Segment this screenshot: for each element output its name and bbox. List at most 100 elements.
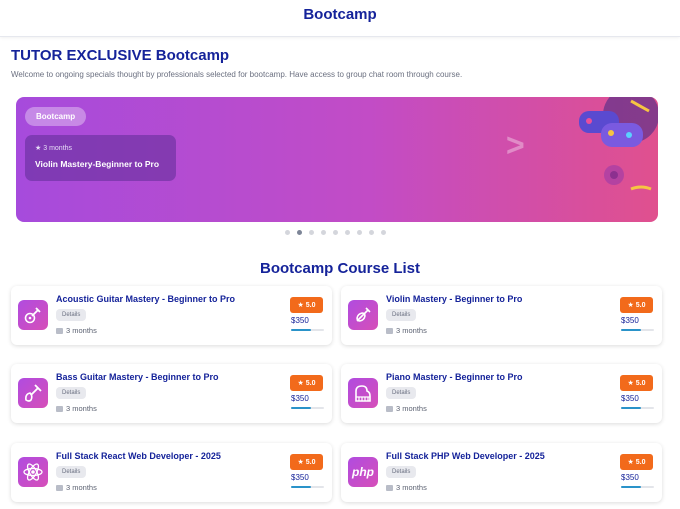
course-duration-text: 3 months	[396, 404, 427, 413]
star-icon: ★	[35, 145, 42, 152]
carousel-dot[interactable]	[285, 230, 290, 235]
rating-value: 5.0	[305, 379, 316, 387]
star-icon: ★	[297, 302, 304, 309]
course-title[interactable]: Bass Guitar Mastery - Beginner to Pro	[56, 372, 219, 382]
rating-badge: ★ 5.0	[620, 454, 653, 470]
course-progress-bar	[291, 486, 324, 488]
course-duration-text: 3 months	[396, 326, 427, 335]
carousel-dot[interactable]	[381, 230, 386, 235]
featured-course-duration: ★ 3 months	[35, 144, 72, 152]
video-icon	[386, 484, 393, 491]
course-duration-text: 3 months	[66, 326, 97, 335]
course-title[interactable]: Full Stack React Web Developer - 2025	[56, 451, 221, 461]
carousel-dot[interactable]	[369, 230, 374, 235]
course-card[interactable]: Bass Guitar Mastery - Beginner to Pro Det…	[11, 364, 332, 423]
course-progress-bar	[291, 407, 324, 409]
course-card[interactable]: Violin Mastery - Beginner to Pro Details 3…	[341, 286, 662, 345]
course-progress-fill	[291, 329, 311, 331]
exclusive-section-description: Welcome to ongoing specials thought by p…	[11, 70, 463, 79]
course-duration: 3 months	[386, 483, 427, 492]
star-icon: ★	[297, 380, 304, 387]
course-progress-fill	[621, 329, 641, 331]
bootcamp-tag: Bootcamp	[25, 107, 87, 126]
course-duration: 3 months	[386, 326, 427, 335]
course-title[interactable]: Piano Mastery - Beginner to Pro	[386, 372, 523, 382]
piano-icon	[348, 378, 378, 408]
star-icon: ★	[627, 380, 634, 387]
course-price: $350	[621, 473, 639, 482]
carousel-dot[interactable]	[321, 230, 326, 235]
course-price: $350	[291, 473, 309, 482]
course-duration: 3 months	[386, 404, 427, 413]
rating-value: 5.0	[635, 458, 646, 466]
course-card[interactable]: Piano Mastery - Beginner to Pro Details 3 …	[341, 364, 662, 423]
course-title[interactable]: Acoustic Guitar Mastery - Beginner to Pr…	[56, 294, 235, 304]
video-icon	[56, 484, 63, 491]
page-title: Bootcamp	[303, 6, 377, 23]
course-progress-fill	[621, 407, 641, 409]
course-card[interactable]: Acoustic Guitar Mastery - Beginner to Pr…	[11, 286, 332, 345]
course-progress-bar	[621, 329, 654, 331]
violin-icon	[348, 300, 378, 330]
course-icon-text: php	[352, 465, 374, 479]
star-icon: ★	[627, 459, 634, 466]
course-duration-text: 3 months	[396, 483, 427, 492]
course-price: $350	[291, 394, 309, 403]
rating-badge: ★ 5.0	[620, 297, 653, 313]
video-icon	[56, 327, 63, 334]
top-bar: Bootcamp	[0, 0, 680, 37]
featured-bootcamp-banner[interactable]: Bootcamp ★ 3 months Violin Mastery-Begin…	[16, 97, 658, 222]
featured-duration-text: 3 months	[43, 145, 73, 152]
details-button[interactable]: Details	[386, 387, 417, 399]
rating-badge: ★ 5.0	[290, 297, 323, 313]
carousel-dot[interactable]	[333, 230, 338, 235]
course-progress-bar	[291, 329, 324, 331]
carousel-dot[interactable]	[309, 230, 314, 235]
react-icon	[18, 457, 48, 487]
course-progress-bar	[621, 486, 654, 488]
course-duration: 3 months	[56, 326, 97, 335]
course-progress-fill	[291, 407, 311, 409]
video-icon	[386, 327, 393, 334]
carousel-dot[interactable]	[345, 230, 350, 235]
chevron-right-icon: >	[506, 127, 525, 163]
featured-course-title: Violin Mastery-Beginner to Pro	[35, 159, 160, 169]
details-button[interactable]: Details	[56, 309, 87, 321]
carousel-dot[interactable]	[297, 230, 302, 235]
carousel-dot[interactable]	[357, 230, 362, 235]
bass-guitar-icon	[18, 378, 48, 408]
rating-value: 5.0	[305, 301, 316, 309]
course-progress-fill	[621, 486, 641, 488]
course-price: $350	[291, 316, 309, 325]
rating-value: 5.0	[635, 301, 646, 309]
course-duration-text: 3 months	[66, 483, 97, 492]
details-button[interactable]: Details	[56, 387, 87, 399]
star-icon: ★	[627, 302, 634, 309]
carousel-indicators[interactable]	[285, 230, 386, 235]
featured-course-card[interactable]: ★ 3 months Violin Mastery-Beginner to Pr…	[25, 135, 176, 181]
course-price: $350	[621, 394, 639, 403]
course-card[interactable]: Full Stack React Web Developer - 2025 Det…	[11, 443, 332, 502]
rating-badge: ★ 5.0	[290, 454, 323, 470]
game-controller-illustration	[579, 97, 658, 191]
course-title[interactable]: Full Stack PHP Web Developer - 2025	[386, 451, 545, 461]
rating-value: 5.0	[305, 458, 316, 466]
rating-badge: ★ 5.0	[290, 375, 323, 391]
rating-value: 5.0	[635, 379, 646, 387]
course-duration: 3 months	[56, 483, 97, 492]
details-button[interactable]: Details	[386, 466, 417, 478]
details-button[interactable]: Details	[386, 309, 417, 321]
course-title[interactable]: Violin Mastery - Beginner to Pro	[386, 294, 522, 304]
course-duration-text: 3 months	[66, 404, 97, 413]
course-price: $350	[621, 316, 639, 325]
video-icon	[56, 405, 63, 412]
course-progress-fill	[291, 486, 311, 488]
course-duration: 3 months	[56, 404, 97, 413]
php-icon: php	[348, 457, 378, 487]
exclusive-section-title: TUTOR EXCLUSIVE Bootcamp	[11, 47, 230, 64]
course-card[interactable]: php Full Stack PHP Web Developer - 2025 De…	[341, 443, 662, 502]
details-button[interactable]: Details	[56, 466, 87, 478]
guitar-icon	[18, 300, 48, 330]
video-icon	[386, 405, 393, 412]
course-list-title: Bootcamp Course List	[259, 260, 421, 277]
